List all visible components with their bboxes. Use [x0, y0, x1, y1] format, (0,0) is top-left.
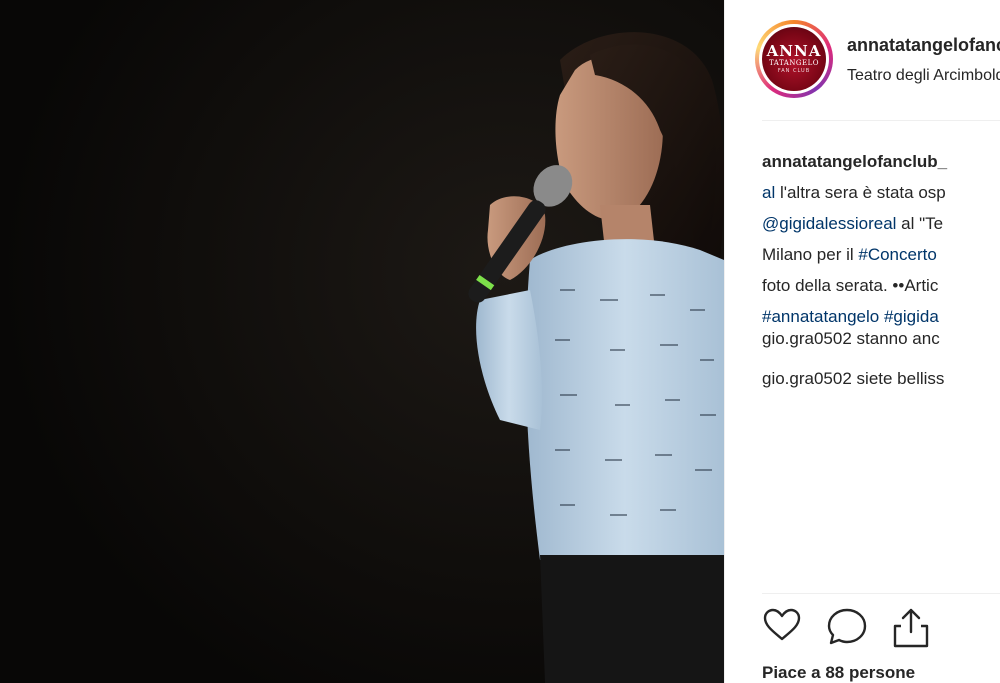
post-photo[interactable]: [0, 0, 724, 683]
caption-link-1[interactable]: al: [762, 183, 775, 202]
avatar-logo: ANNA TATANGELO FAN CLUB: [762, 27, 826, 91]
comment-text: stanno anc: [851, 329, 940, 348]
share-button[interactable]: [889, 606, 933, 650]
post-username[interactable]: annatatangelofanclub_: [847, 35, 1000, 56]
caption-line-3: Milano per il #Concerto: [762, 239, 1000, 270]
post-caption: annatatangelofanclub_ al l'altra sera è …: [762, 146, 1000, 332]
caption-author[interactable]: annatatangelofanclub_: [762, 152, 947, 171]
header-divider: [762, 120, 1000, 121]
caption-text-3: Milano per il: [762, 245, 859, 264]
caption-hashtag-gigida[interactable]: #gigida: [884, 307, 939, 326]
caption-text-4: foto della serata. ••Artic: [762, 276, 939, 295]
caption-line-5: #annatatangelo #gigida: [762, 301, 1000, 332]
comment-button[interactable]: [825, 606, 869, 650]
likes-count[interactable]: Piace a 88 persone: [762, 663, 915, 683]
caption-line-1: al l'altra sera è stata osp: [762, 177, 1000, 208]
caption-text-2: al "Te: [896, 214, 944, 233]
comment-item: gio.gra0502 stanno anc: [762, 329, 940, 349]
caption-line-2: @gigidalessioreal al "Te: [762, 208, 1000, 239]
share-icon: [893, 608, 929, 648]
comment-icon: [827, 608, 867, 645]
avatar-frame: ANNA TATANGELO FAN CLUB: [759, 24, 829, 94]
actions-divider: [762, 593, 1000, 594]
heart-icon: [763, 608, 801, 641]
avatar-logo-line3: FAN CLUB: [777, 67, 811, 74]
caption-hashtag-annatatangelo[interactable]: #annatatangelo: [762, 307, 879, 326]
avatar-logo-line2: TATANGELO: [768, 58, 819, 67]
comment-user[interactable]: gio.gra0502: [762, 329, 852, 348]
caption-mention[interactable]: @gigidalessioreal: [762, 214, 896, 233]
caption-line-4: foto della serata. ••Artic: [762, 270, 1000, 301]
post-side-panel: ANNA TATANGELO FAN CLUB annatatangelofan…: [725, 0, 1000, 683]
like-button[interactable]: [762, 606, 806, 650]
post-header: ANNA TATANGELO FAN CLUB annatatangelofan…: [725, 0, 1000, 120]
comment-text: siete belliss: [851, 369, 945, 388]
avatar-logo-line1: ANNA: [766, 41, 822, 60]
avatar[interactable]: ANNA TATANGELO FAN CLUB: [755, 20, 833, 98]
caption-text-1: l'altra sera è stata osp: [775, 183, 946, 202]
photo-image: [0, 0, 724, 683]
post-location[interactable]: Teatro degli Arcimboldi: [847, 67, 1000, 85]
caption-hashtag-concerto[interactable]: #Concerto: [858, 245, 936, 264]
comment-item: gio.gra0502 siete belliss: [762, 369, 944, 389]
comment-user[interactable]: gio.gra0502: [762, 369, 852, 388]
caption-line-author: annatatangelofanclub_: [762, 146, 1000, 177]
